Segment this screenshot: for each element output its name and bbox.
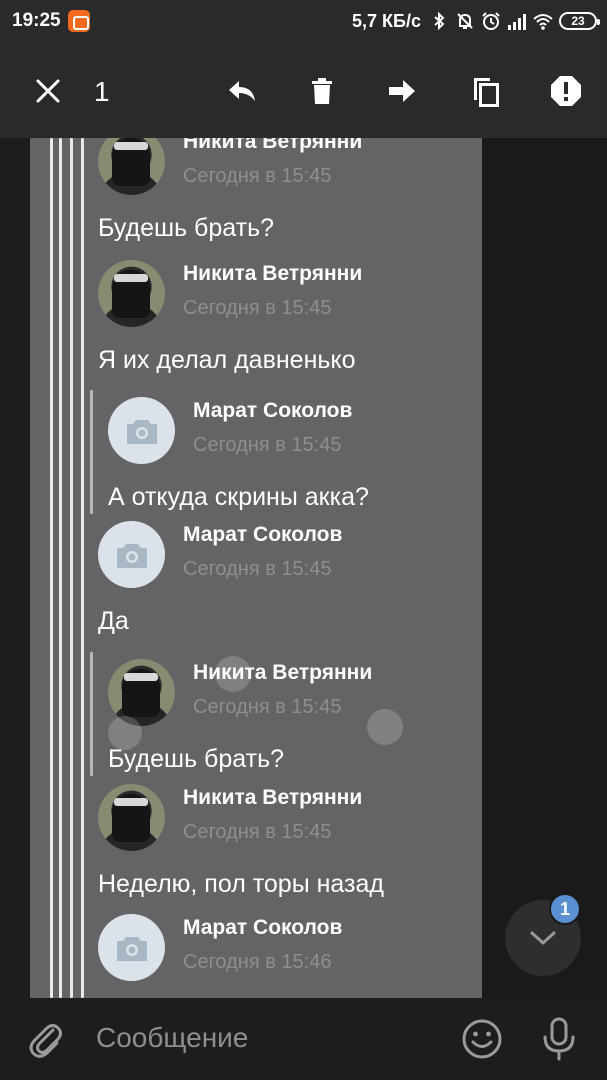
selected-forwarded-messages[interactable]: Никита Ветрянни Сегодня в 15:45 Будешь б… [30, 138, 482, 998]
reply-icon [225, 74, 259, 108]
attach-button[interactable] [26, 1018, 66, 1060]
nesting-line [81, 138, 84, 998]
touch-ripple [108, 716, 142, 750]
author-name[interactable]: Марат Соколов [183, 523, 342, 547]
message-header: Марат Соколов Сегодня в 15:45 [98, 521, 342, 588]
message-input[interactable]: Сообщение [96, 1022, 248, 1054]
close-icon [31, 74, 65, 108]
nesting-line [50, 138, 53, 998]
microphone-icon [540, 1016, 578, 1062]
message-text: Я их делал давненько [98, 346, 356, 374]
copy-button[interactable] [463, 69, 507, 113]
status-indicators: 5,7 КБ/с 23 [352, 8, 600, 34]
notification-app-icon [68, 10, 90, 32]
author-name[interactable]: Никита Ветрянни [183, 138, 362, 154]
message-text: Да [98, 607, 129, 635]
emoji-button[interactable] [460, 1017, 504, 1061]
nesting-line [59, 138, 62, 998]
delete-icon [305, 74, 339, 108]
chevron-down-icon [528, 928, 558, 948]
battery-level: 23 [571, 14, 585, 28]
message-text: Неделю, пол торы назад [98, 870, 384, 898]
smiley-icon [460, 1017, 504, 1061]
selected-count: 1 [94, 76, 110, 107]
alarm-icon [481, 11, 501, 31]
message-time: Сегодня в 15:45 [193, 696, 342, 718]
avatar[interactable] [98, 260, 165, 327]
delete-button[interactable] [300, 69, 344, 113]
paperclip-icon [26, 1018, 66, 1060]
status-bar: 19:25 5,7 КБ/с 23 [0, 0, 607, 44]
avatar[interactable] [108, 659, 175, 726]
avatar[interactable] [98, 914, 165, 981]
voice-message-button[interactable] [540, 1016, 578, 1062]
message-header: Никита Ветрянни Сегодня в 15:45 [98, 260, 362, 327]
mute-icon [455, 11, 475, 31]
report-icon [549, 74, 583, 108]
signal-icon [507, 11, 527, 31]
forward-button[interactable] [380, 69, 424, 113]
message-text: Будешь брать? [108, 745, 285, 773]
camera-icon [116, 543, 147, 568]
avatar[interactable] [98, 784, 165, 851]
message-text: Будешь брать? [98, 214, 275, 242]
network-speed: 5,7 КБ/с [352, 10, 421, 31]
avatar[interactable] [108, 397, 175, 464]
quote-bar [90, 652, 93, 776]
chat-area[interactable]: Никита Ветрянни Сегодня в 15:45 Будешь б… [0, 138, 607, 998]
message-time: Сегодня в 15:45 [183, 297, 332, 319]
camera-icon [126, 419, 157, 444]
forward-icon [385, 74, 419, 108]
quote-bar [90, 390, 93, 514]
author-name[interactable]: Марат Соколов [193, 399, 352, 423]
touch-ripple [215, 656, 251, 692]
message-header: Марат Соколов Сегодня в 15:46 [98, 914, 342, 981]
report-button[interactable] [544, 69, 588, 113]
message-text: А откуда скрины акка? [108, 483, 369, 511]
message-header: Марат Соколов Сегодня в 15:45 [108, 397, 352, 464]
reply-button[interactable] [220, 69, 264, 113]
message-time: Сегодня в 15:45 [183, 821, 332, 843]
nesting-line [70, 138, 73, 998]
author-name[interactable]: Никита Ветрянни [183, 262, 362, 286]
avatar[interactable] [98, 138, 165, 195]
message-time: Сегодня в 15:45 [183, 558, 332, 580]
battery-icon: 23 [559, 12, 600, 30]
avatar[interactable] [98, 521, 165, 588]
bluetooth-icon [429, 11, 449, 31]
message-composer: Сообщение [0, 998, 607, 1080]
unread-badge: 1 [549, 893, 581, 925]
close-selection-button[interactable] [26, 69, 70, 113]
selection-toolbar: 1 [0, 44, 607, 138]
chat-gutter [0, 138, 30, 998]
wifi-icon [533, 11, 553, 31]
message-header: Никита Ветрянни Сегодня в 15:45 [98, 784, 362, 851]
message-header: Никита Ветрянни Сегодня в 15:45 [98, 138, 362, 195]
message-time: Сегодня в 15:45 [193, 434, 342, 456]
touch-ripple [367, 709, 403, 745]
author-name[interactable]: Никита Ветрянни [183, 786, 362, 810]
copy-icon [468, 74, 502, 108]
status-time: 19:25 [12, 10, 61, 31]
camera-icon [116, 936, 147, 961]
message-time: Сегодня в 15:45 [183, 165, 332, 187]
author-name[interactable]: Марат Соколов [183, 916, 342, 940]
message-time: Сегодня в 15:46 [183, 951, 332, 973]
